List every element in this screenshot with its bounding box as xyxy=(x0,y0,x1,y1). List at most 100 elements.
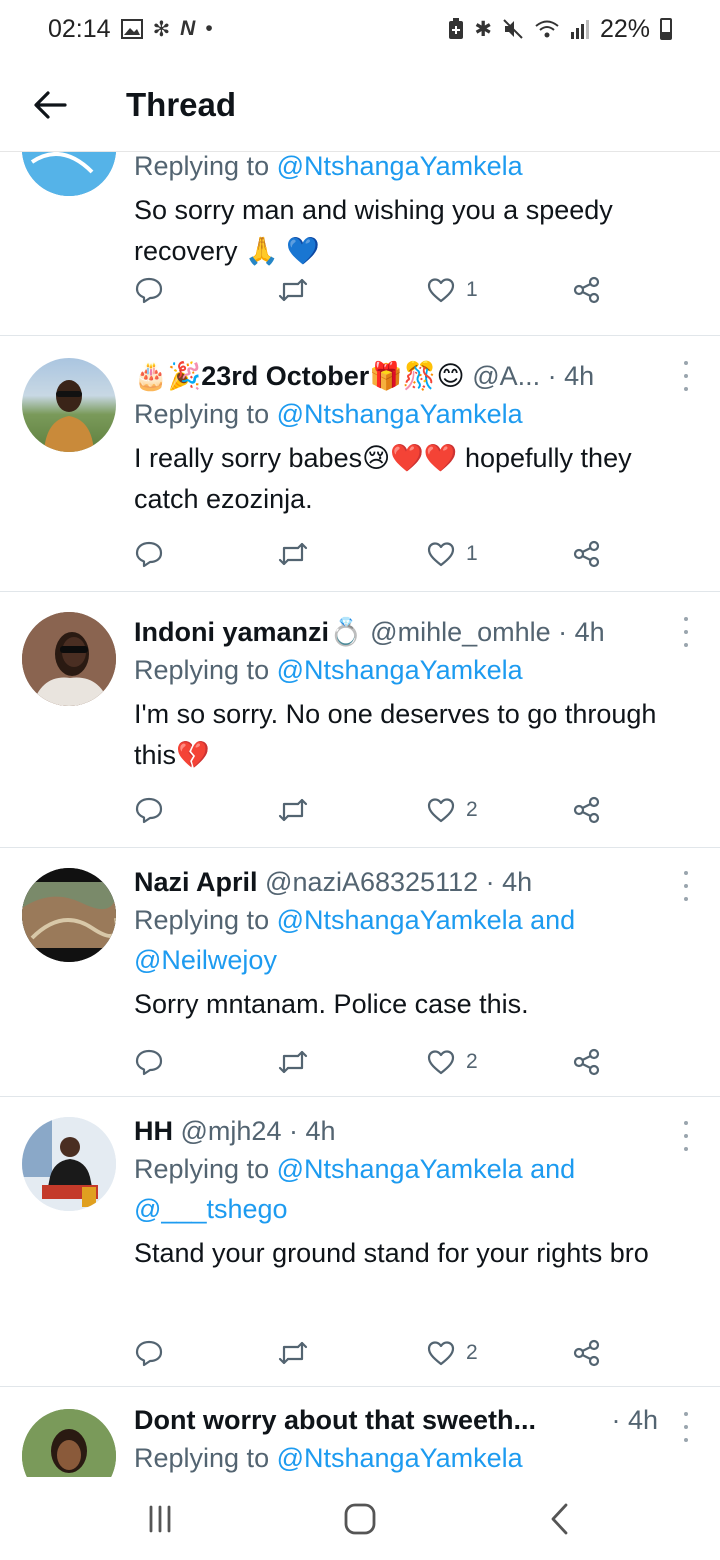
status-bar-right: ✱ 22% xyxy=(448,15,672,44)
like-button[interactable]: 2 xyxy=(426,790,478,830)
heart-icon xyxy=(427,542,455,567)
app-bar: Thread xyxy=(0,58,720,152)
like-button[interactable]: 1 xyxy=(426,270,478,310)
retweet-button[interactable] xyxy=(277,1042,309,1082)
tweet-text: So sorry man and wishing you a speedy re… xyxy=(134,195,613,266)
timestamp: · 4h xyxy=(485,867,533,897)
tweet-body: Nazi April @naziA68325112 · 4h Replying … xyxy=(134,864,694,1025)
avatar[interactable] xyxy=(22,152,116,196)
tweet-header: Nazi April @naziA68325112 · 4h xyxy=(134,864,694,900)
heart-icon xyxy=(427,1341,455,1366)
user-handle[interactable]: @naziA68325112 xyxy=(265,867,478,897)
reply-context: Replying to @NtshangaYamkela and @___tsh… xyxy=(134,1154,576,1224)
timestamp: · 4h xyxy=(288,1116,336,1146)
gallery-icon xyxy=(120,19,143,39)
reply-context: Replying to @NtshangaYamkela and @Neilwe… xyxy=(134,905,576,975)
like-button[interactable]: 2 xyxy=(426,1333,478,1373)
recent-apps-button[interactable] xyxy=(120,1489,200,1549)
share-button[interactable] xyxy=(572,790,602,830)
like-count: 2 xyxy=(466,1050,478,1073)
reply-button[interactable] xyxy=(134,1042,164,1082)
like-button[interactable]: 1 xyxy=(426,534,478,574)
tweet[interactable]: Replying to @NtshangaYamkela So sorry ma… xyxy=(0,152,720,336)
like-button[interactable]: 2 xyxy=(426,1042,478,1082)
share-icon xyxy=(573,1048,600,1076)
reply-mention-link[interactable]: @NtshangaYamkela xyxy=(277,1443,523,1473)
tweet[interactable]: 🎂🎉23rd October🎁🎊😊 @A... · 4h Replying to… xyxy=(0,336,720,592)
tweet-actions: 2 xyxy=(134,790,604,830)
avatar[interactable] xyxy=(22,868,116,962)
heart-icon xyxy=(427,798,455,823)
tweet[interactable]: Indoni yamanzi💍 @mihle_omhle · 4h Replyi… xyxy=(0,592,720,848)
display-name[interactable]: Nazi April xyxy=(134,867,258,897)
tweet[interactable]: HH @mjh24 · 4h Replying to @NtshangaYamk… xyxy=(0,1097,720,1387)
display-name[interactable]: HH xyxy=(134,1116,173,1146)
tweet-text: Sorry mntanam. Police case this. xyxy=(134,989,529,1019)
user-handle[interactable]: @A... xyxy=(472,361,540,391)
avatar[interactable] xyxy=(22,1117,116,1211)
retweet-button[interactable] xyxy=(277,790,309,830)
retweet-icon xyxy=(278,542,308,566)
tweet-actions: 1 xyxy=(134,270,604,310)
page-title: Thread xyxy=(126,85,237,123)
tweet-actions: 2 xyxy=(134,1042,604,1082)
system-nav-bar xyxy=(0,1477,720,1560)
reply-context: Replying to @NtshangaYamkela xyxy=(134,399,523,429)
retweet-icon xyxy=(278,798,308,822)
reply-mention-link[interactable]: @NtshangaYamkela xyxy=(277,399,523,429)
tweet-header: Dont worry about that sweeth... · 4h xyxy=(134,1402,694,1438)
wifi-icon xyxy=(535,20,559,38)
system-back-button[interactable] xyxy=(520,1489,600,1549)
tweet-text: I'm so sorry. No one deserves to go thro… xyxy=(134,699,657,770)
retweet-button[interactable] xyxy=(277,270,309,310)
avatar[interactable] xyxy=(22,612,116,706)
home-icon xyxy=(344,1503,376,1534)
share-icon xyxy=(573,796,600,824)
share-button[interactable] xyxy=(572,534,602,574)
thread-feed[interactable]: Replying to @NtshangaYamkela So sorry ma… xyxy=(0,152,720,1477)
battery-percent: 22% xyxy=(599,14,650,43)
back-button[interactable] xyxy=(0,58,100,152)
recent-apps-icon xyxy=(149,1505,171,1532)
clock: 02:14 xyxy=(48,14,111,43)
share-button[interactable] xyxy=(572,270,602,310)
display-name[interactable]: Dont worry about that sweeth... xyxy=(134,1402,536,1438)
share-button[interactable] xyxy=(572,1042,602,1082)
tweet-text: Stand your ground stand for your rights … xyxy=(134,1238,649,1268)
share-button[interactable] xyxy=(572,1333,602,1373)
reply-icon xyxy=(135,797,163,824)
retweet-icon xyxy=(278,1050,308,1074)
avatar[interactable] xyxy=(22,1409,116,1477)
user-handle[interactable]: @mjh24 xyxy=(181,1116,282,1146)
user-handle[interactable]: @mihle_omhle xyxy=(370,617,550,647)
reply-icon xyxy=(135,277,163,304)
display-name[interactable]: Indoni yamanzi💍 xyxy=(134,617,363,647)
avatar[interactable] xyxy=(22,358,116,452)
retweet-icon xyxy=(278,278,308,302)
dot-icon: • xyxy=(205,17,213,40)
reply-icon xyxy=(135,541,163,568)
timestamp: · 4h xyxy=(547,361,595,391)
reply-mention-link[interactable]: @NtshangaYamkela xyxy=(277,655,523,685)
reply-mention-link[interactable]: @NtshangaYamkela xyxy=(277,152,523,181)
retweet-button[interactable] xyxy=(277,1333,309,1373)
reply-button[interactable] xyxy=(134,790,164,830)
reply-button[interactable] xyxy=(134,270,164,310)
bluetooth-icon: ✱ xyxy=(474,17,492,41)
share-icon xyxy=(573,540,600,568)
display-name[interactable]: 🎂🎉23rd October🎁🎊😊 xyxy=(134,361,465,391)
mute-icon xyxy=(503,19,523,39)
like-count: 1 xyxy=(466,542,478,565)
reply-button[interactable] xyxy=(134,534,164,574)
tweet[interactable]: Dont worry about that sweeth... · 4h Rep… xyxy=(0,1387,720,1477)
tweet-text: I really sorry babes😢❤️❤️ hopefully they… xyxy=(134,443,632,514)
signal-icon xyxy=(570,20,589,39)
tweet-header: 🎂🎉23rd October🎁🎊😊 @A... · 4h xyxy=(134,358,694,394)
retweet-button[interactable] xyxy=(277,534,309,574)
home-button[interactable] xyxy=(320,1489,400,1549)
reply-icon xyxy=(135,1340,163,1367)
reply-button[interactable] xyxy=(134,1333,164,1373)
tweet[interactable]: Nazi April @naziA68325112 · 4h Replying … xyxy=(0,848,720,1097)
timestamp: · 4h xyxy=(611,1405,658,1435)
battery-icon xyxy=(660,18,672,40)
